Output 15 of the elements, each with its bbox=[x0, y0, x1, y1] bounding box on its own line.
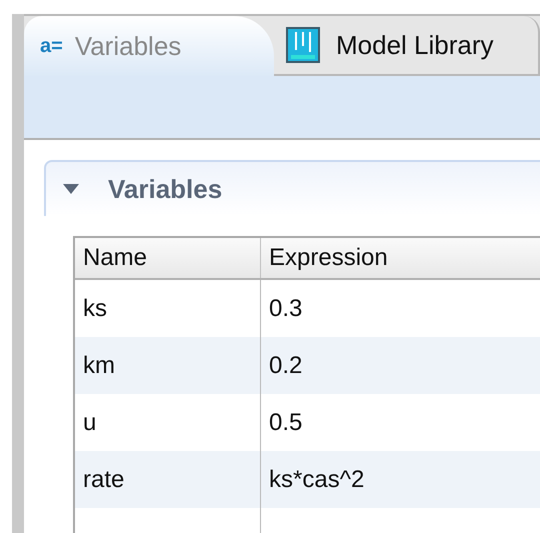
collapse-icon bbox=[62, 183, 80, 195]
table-cell-text: 0.2 bbox=[268, 350, 304, 380]
variables-icon: a= bbox=[40, 31, 63, 61]
tab-label: Model Library bbox=[336, 28, 494, 62]
bars-icon bbox=[286, 27, 320, 63]
section-title: Variables bbox=[108, 172, 222, 206]
table-cell: rate bbox=[75, 451, 261, 508]
table-cell-text: ks*cas^2 bbox=[268, 464, 366, 494]
column-header[interactable]: Name bbox=[75, 238, 261, 278]
tab-label: Variables bbox=[74, 30, 182, 62]
column-header[interactable]: Expression bbox=[261, 238, 540, 278]
table-cell-text: 0.3 bbox=[268, 294, 304, 324]
section-header[interactable]: Variables bbox=[44, 160, 540, 216]
tab[interactable]: a= Variables bbox=[24, 16, 274, 76]
table-cell-text: 0.5 bbox=[268, 408, 304, 438]
